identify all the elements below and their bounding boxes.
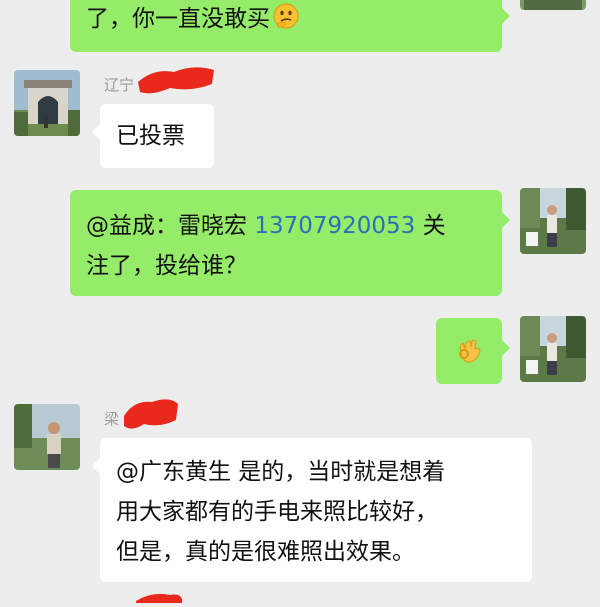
redaction-mark [134,62,218,104]
message-text: 已投票 [116,123,185,149]
avatar-other[interactable] [14,70,80,136]
sender-name: 辽宁 [104,76,135,94]
sender-name: 梁 [104,410,120,428]
message-bubble-self[interactable] [436,318,510,384]
message-text: @广东黄生 是的，当时就是想着 [116,459,446,485]
message-text: 关 [415,213,446,239]
message-text: 但是，真的是很难照出效果。 [116,539,415,565]
phone-number-link[interactable]: 13707920053 [254,213,415,239]
ok-hand-emoji-icon [453,335,485,379]
avatar-self[interactable] [520,0,586,10]
message-text: 注了，投给谁？ [86,253,247,279]
message-bubble-other[interactable]: 已投票 [92,104,214,168]
avatar-self[interactable] [520,316,586,382]
message-text: 了，你一直没敢买 [86,6,270,32]
avatar-other[interactable] [14,404,80,470]
thinking-face-emoji-icon [272,2,300,42]
redaction-mark [120,394,182,438]
message-bubble-other[interactable]: @广东黄生 是的，当时就是想着 用大家都有的手电来照比较好， 但是，真的是很难照… [92,438,532,582]
redaction-mark [134,588,184,607]
message-bubble-self[interactable]: 了，你一直没敢买 [70,0,510,52]
message-line: @益成：雷晓宏 13707920053 关 [86,206,502,246]
message-bubble-self[interactable]: @益成：雷晓宏 13707920053 关 注了，投给谁？ [70,190,510,296]
mention-text[interactable]: @益成：雷晓宏 [86,213,254,239]
avatar-self[interactable] [520,188,586,254]
message-text: 用大家都有的手电来照比较好， [116,499,438,525]
